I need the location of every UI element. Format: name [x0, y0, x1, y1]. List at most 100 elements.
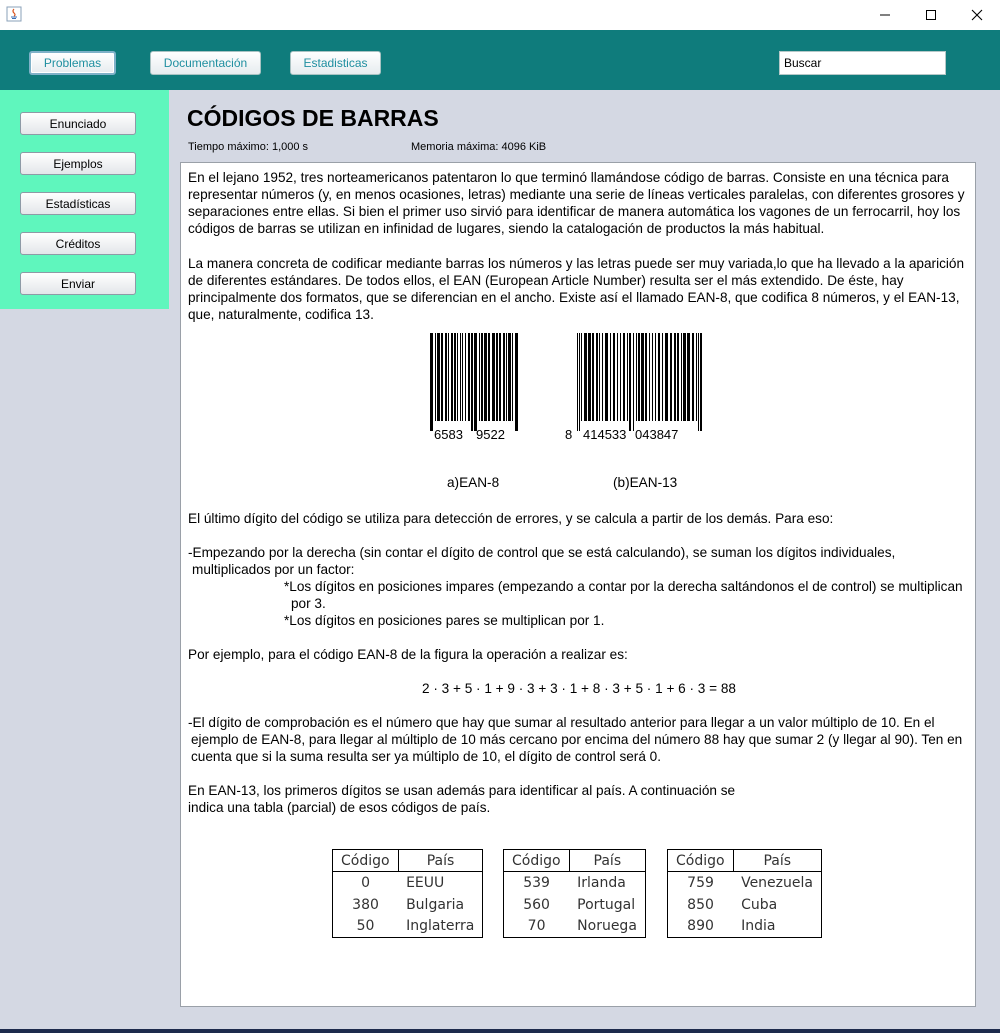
barcode-bar: [508, 333, 511, 421]
sidebar-item-examples[interactable]: Ejemplos: [20, 152, 136, 175]
check-rule-line-1: -El dígito de comprobación es el número …: [188, 715, 935, 730]
ean8-barcode-image: 6583 9522: [430, 333, 518, 442]
barcode-bar: [588, 333, 591, 421]
barcode-bar: [655, 333, 656, 421]
barcode-bar: [670, 333, 672, 421]
barcode-bar: [488, 333, 490, 421]
barcode-bar: [687, 333, 690, 421]
table-cell-code: 850: [687, 896, 714, 913]
barcode-bar: [499, 333, 501, 421]
nav-statistics-button[interactable]: Estadisticas: [290, 51, 381, 75]
table-header-code: Código: [503, 849, 570, 872]
barcode-bar: [681, 333, 682, 421]
close-button[interactable]: [954, 0, 1000, 30]
barcode-bar: [617, 333, 618, 421]
close-icon: [971, 9, 983, 21]
barcode-bar: [445, 333, 447, 421]
barcode-bar: [577, 333, 578, 431]
table-row: 50 Inglaterra: [333, 916, 483, 938]
barcode-bar: [610, 333, 611, 421]
barcode-bar: [496, 333, 498, 421]
statement-panel: En el lejano 1952, tres norteamericanos …: [180, 162, 976, 1007]
barcode-bar: [692, 333, 694, 421]
table-row: 70 Noruega: [504, 916, 646, 938]
barcode-bar: [468, 333, 470, 421]
sidebar-item-submit[interactable]: Enviar: [20, 272, 136, 295]
ean13-barcode-image: 8 414533 043847: [565, 333, 702, 442]
table-cell-country: Venezuela: [741, 874, 813, 891]
maximize-button[interactable]: [908, 0, 954, 30]
barcode-bar: [677, 333, 679, 421]
table-header-code: Código: [667, 849, 734, 872]
ean8-caption: a)EAN-8: [447, 475, 500, 490]
table-header-country: País: [733, 849, 822, 872]
barcode-bar: [448, 333, 449, 421]
time-limit: Tiempo máximo: 1,000 s: [188, 141, 309, 153]
table-cell-code: 539: [523, 874, 550, 891]
barcode-bar: [602, 333, 603, 421]
search-input[interactable]: Buscar: [779, 51, 946, 75]
rule-line-2: multiplicados por un factor:: [192, 562, 355, 577]
table-cell-country: Cuba: [741, 896, 778, 913]
paragraph-intro: En el lejano 1952, tres norteamericanos …: [188, 170, 965, 236]
nav-problems-button[interactable]: Problemas: [29, 51, 116, 75]
barcode-bar: [581, 333, 582, 421]
table-cell-code: 380: [352, 896, 379, 913]
barcode-bar: [512, 333, 513, 421]
window-titlebar: [0, 0, 1000, 30]
barcode-bar: [471, 333, 473, 431]
main-area: Enunciado Ejemplos Estadísticas Créditos…: [0, 90, 1000, 1033]
barcode-bar: [623, 333, 625, 421]
maximize-icon: [926, 10, 936, 20]
barcode-bar: [605, 333, 608, 421]
barcode-bar: [515, 333, 518, 431]
country-intro-line-1: En EAN-13, los primeros dígitos se usan …: [188, 783, 736, 798]
table-row: 0 EEUU: [333, 872, 483, 894]
table-row: 560 Portugal: [504, 894, 646, 916]
table-row: 890 India: [668, 916, 822, 938]
paragraph-example: Por ejemplo, para el código EAN-8 de la …: [188, 647, 628, 662]
minimize-button[interactable]: [862, 0, 908, 30]
table-cell-country: Noruega: [577, 918, 637, 935]
table-cell-code: 70: [527, 918, 546, 935]
barcode-bar: [481, 333, 483, 421]
ean13-left-digits: 414533: [583, 427, 626, 442]
barcode-bar: [599, 333, 600, 421]
table-cell-country: Irlanda: [577, 874, 626, 891]
ean13-caption: (b)EAN-13: [613, 475, 678, 490]
barcode-bar: [620, 333, 621, 421]
barcode-bar: [641, 333, 644, 421]
check-rule-line-3: cuenta que si la suma resulta ser ya múl…: [191, 749, 661, 764]
barcode-bar: [652, 333, 653, 421]
table-header-country: País: [398, 849, 483, 872]
barcode-bar: [460, 333, 461, 421]
table-header-code: Código: [332, 849, 399, 872]
barcode-bar: [441, 333, 443, 421]
ean8-right-digits: 9522: [476, 427, 505, 442]
java-app-icon: [6, 6, 22, 22]
barcode-bar: [503, 333, 505, 421]
nav-documentation-button[interactable]: Documentación: [150, 51, 261, 75]
rule-odd-positions: *Los dígitos en posiciones impares (empe…: [284, 579, 963, 594]
memory-limit: Memoria máxima: 4096 KiB: [411, 141, 547, 153]
barcode-bar: [638, 333, 640, 421]
country-code-table-1: Código País 0 EEUU 380 Bulgaria 50 Inglaterr…: [332, 849, 484, 938]
table-cell-country: Bulgaria: [406, 896, 465, 913]
sidebar-item-credits[interactable]: Créditos: [20, 232, 136, 255]
table-cell-country: India: [741, 918, 776, 935]
sidebar-item-statement[interactable]: Enunciado: [20, 112, 136, 135]
barcode-bar: [584, 333, 587, 421]
sidebar-item-statistics[interactable]: Estadísticas: [20, 192, 136, 215]
barcode-bar: [479, 333, 480, 421]
barcode-bar: [683, 333, 686, 421]
country-intro-line-2: indica una tabla (parcial) de esos códig…: [188, 800, 491, 815]
barcode-bar: [435, 333, 436, 421]
ean8-left-digits: 6583: [434, 427, 463, 442]
barcode-bar: [592, 333, 594, 421]
table-cell-country: Inglaterra: [406, 918, 475, 935]
minimize-icon: [880, 14, 890, 16]
country-code-table-2: Código País 539 Irlanda 560 Portugal 70 Noru…: [503, 849, 646, 938]
barcode-bar: [484, 333, 487, 421]
table-row: 539 Irlanda: [504, 872, 646, 894]
page-title: CÓDIGOS DE BARRAS: [187, 105, 439, 131]
